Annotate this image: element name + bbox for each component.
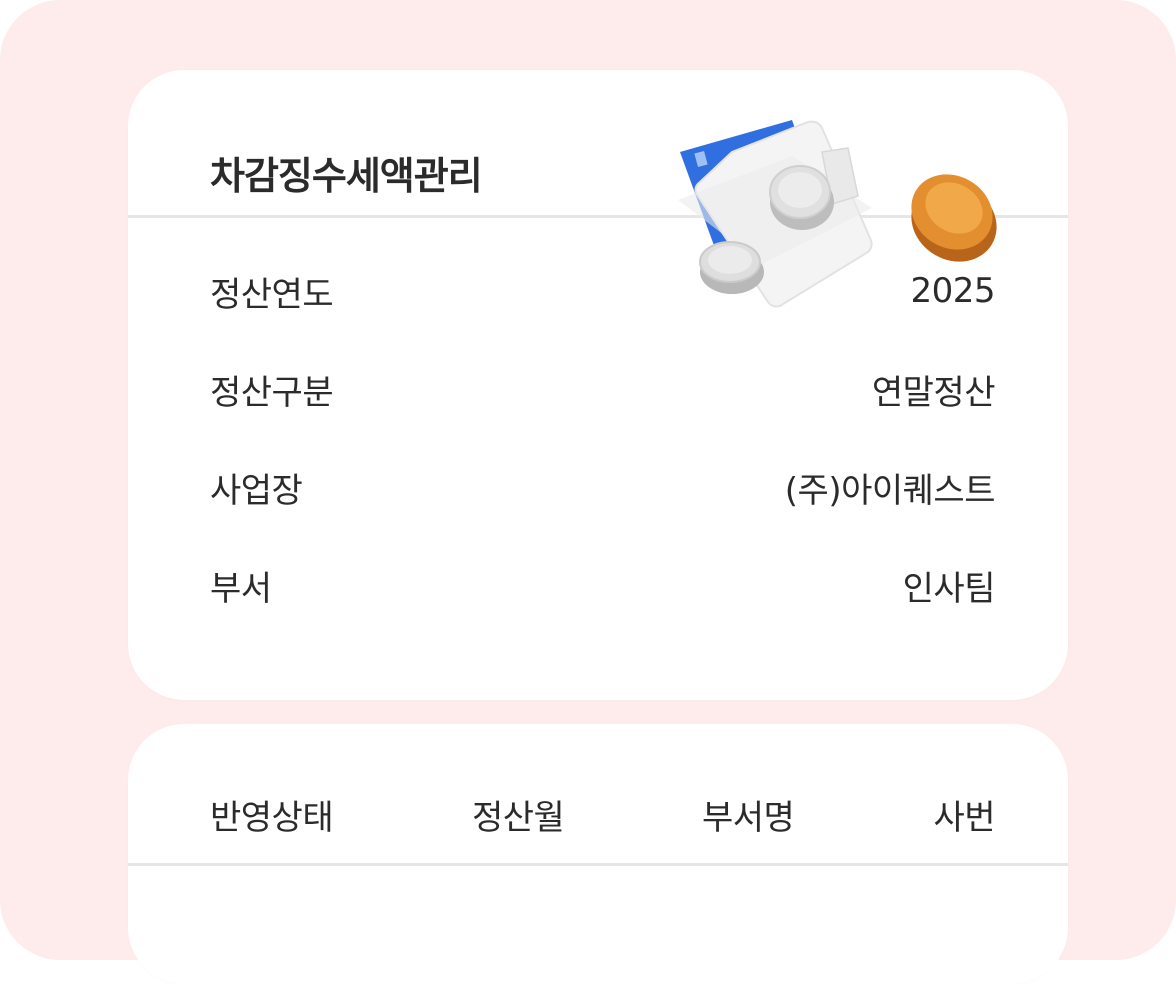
business-site-value: (주)아이퀘스트 (784, 470, 996, 511)
row-business-site: 사업장 (주)아이퀘스트 (210, 463, 996, 511)
column-header-month[interactable]: 정산월 (472, 790, 565, 839)
row-settlement-type: 정산구분 연말정산 (210, 365, 996, 413)
row-department: 부서 인사팀 (210, 561, 996, 609)
silver-coin-small-icon (699, 241, 764, 294)
settlement-type-label: 정산구분 (210, 372, 334, 413)
department-value: 인사팀 (902, 568, 996, 609)
column-header-employee-id[interactable]: 사번 (933, 790, 995, 839)
settlement-type-value: 연말정산 (871, 372, 996, 413)
wallet-coins-illustration (678, 120, 997, 308)
column-header-department[interactable]: 부서명 (702, 790, 795, 839)
card-title: 차감징수세액관리 (210, 154, 483, 198)
settlement-list-card: 반영상태 정산월 부서명 사번 (128, 724, 1068, 984)
header-divider (128, 863, 1068, 866)
page-background: 차감징수세액관리 정산연도 2025 정산구분 연말정산 사업장 (주)아이퀘스… (0, 0, 1176, 984)
gold-coin-icon (911, 174, 997, 262)
department-label: 부서 (210, 568, 272, 609)
settlement-year-label: 정산연도 (210, 274, 334, 315)
business-site-label: 사업장 (210, 470, 303, 511)
list-header: 반영상태 정산월 부서명 사번 (210, 790, 995, 838)
silver-coin-icon (769, 165, 834, 230)
column-header-status[interactable]: 반영상태 (210, 790, 334, 839)
